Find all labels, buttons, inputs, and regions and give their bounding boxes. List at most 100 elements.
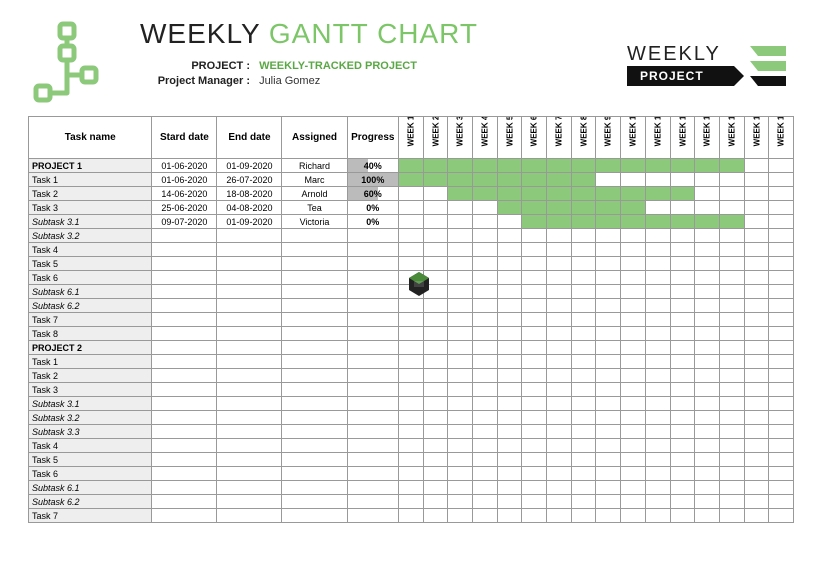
gantt-cell[interactable] bbox=[448, 201, 473, 215]
gantt-cell[interactable] bbox=[473, 327, 498, 341]
gantt-cell[interactable] bbox=[596, 411, 621, 425]
gantt-cell[interactable] bbox=[645, 369, 670, 383]
gantt-cell[interactable] bbox=[448, 453, 473, 467]
gantt-cell[interactable] bbox=[448, 425, 473, 439]
gantt-cell[interactable] bbox=[596, 453, 621, 467]
gantt-cell[interactable] bbox=[547, 271, 572, 285]
end-cell[interactable] bbox=[217, 313, 282, 327]
assigned-cell[interactable] bbox=[282, 299, 347, 313]
gantt-cell[interactable] bbox=[522, 453, 547, 467]
gantt-cell[interactable] bbox=[497, 495, 522, 509]
gantt-cell[interactable] bbox=[522, 383, 547, 397]
gantt-cell[interactable] bbox=[695, 257, 720, 271]
gantt-cell[interactable] bbox=[547, 299, 572, 313]
gantt-cell[interactable] bbox=[596, 187, 621, 201]
start-cell[interactable] bbox=[152, 369, 217, 383]
gantt-cell[interactable] bbox=[621, 257, 646, 271]
gantt-cell[interactable] bbox=[670, 369, 695, 383]
gantt-cell[interactable] bbox=[423, 229, 448, 243]
gantt-cell[interactable] bbox=[473, 229, 498, 243]
gantt-cell[interactable] bbox=[547, 215, 572, 229]
gantt-cell[interactable] bbox=[423, 411, 448, 425]
assigned-cell[interactable] bbox=[282, 509, 347, 523]
gantt-cell[interactable] bbox=[695, 187, 720, 201]
gantt-cell[interactable] bbox=[473, 243, 498, 257]
progress-cell[interactable] bbox=[347, 411, 399, 425]
end-cell[interactable] bbox=[217, 425, 282, 439]
gantt-cell[interactable] bbox=[571, 383, 596, 397]
gantt-cell[interactable] bbox=[399, 327, 424, 341]
task-name-cell[interactable]: Subtask 6.2 bbox=[29, 299, 152, 313]
gantt-cell[interactable] bbox=[522, 411, 547, 425]
gantt-cell[interactable] bbox=[695, 481, 720, 495]
progress-cell[interactable] bbox=[347, 453, 399, 467]
gantt-cell[interactable] bbox=[670, 313, 695, 327]
start-cell[interactable] bbox=[152, 383, 217, 397]
gantt-cell[interactable] bbox=[769, 327, 794, 341]
end-cell[interactable] bbox=[217, 229, 282, 243]
assigned-cell[interactable] bbox=[282, 355, 347, 369]
gantt-cell[interactable] bbox=[423, 201, 448, 215]
progress-cell[interactable] bbox=[347, 481, 399, 495]
start-cell[interactable] bbox=[152, 341, 217, 355]
assigned-cell[interactable] bbox=[282, 411, 347, 425]
gantt-cell[interactable] bbox=[473, 299, 498, 313]
task-name-cell[interactable]: Task 5 bbox=[29, 453, 152, 467]
gantt-cell[interactable] bbox=[571, 271, 596, 285]
gantt-cell[interactable] bbox=[497, 327, 522, 341]
gantt-cell[interactable] bbox=[744, 201, 769, 215]
task-name-cell[interactable]: Task 7 bbox=[29, 313, 152, 327]
end-cell[interactable] bbox=[217, 257, 282, 271]
gantt-cell[interactable] bbox=[769, 285, 794, 299]
gantt-cell[interactable] bbox=[744, 173, 769, 187]
gantt-cell[interactable] bbox=[473, 341, 498, 355]
gantt-cell[interactable] bbox=[719, 509, 744, 523]
gantt-cell[interactable] bbox=[769, 201, 794, 215]
gantt-cell[interactable] bbox=[695, 215, 720, 229]
gantt-cell[interactable] bbox=[621, 327, 646, 341]
gantt-cell[interactable] bbox=[596, 439, 621, 453]
gantt-cell[interactable] bbox=[744, 397, 769, 411]
progress-cell[interactable]: 40% bbox=[347, 159, 399, 173]
assigned-cell[interactable] bbox=[282, 453, 347, 467]
gantt-cell[interactable] bbox=[399, 509, 424, 523]
gantt-cell[interactable] bbox=[645, 383, 670, 397]
gantt-cell[interactable] bbox=[547, 159, 572, 173]
gantt-cell[interactable] bbox=[547, 369, 572, 383]
gantt-cell[interactable] bbox=[448, 397, 473, 411]
progress-cell[interactable] bbox=[347, 383, 399, 397]
gantt-cell[interactable] bbox=[522, 439, 547, 453]
gantt-cell[interactable] bbox=[522, 159, 547, 173]
gantt-cell[interactable] bbox=[522, 495, 547, 509]
gantt-cell[interactable] bbox=[423, 243, 448, 257]
gantt-cell[interactable] bbox=[596, 383, 621, 397]
gantt-cell[interactable] bbox=[645, 355, 670, 369]
gantt-cell[interactable] bbox=[399, 425, 424, 439]
gantt-cell[interactable] bbox=[719, 187, 744, 201]
end-cell[interactable] bbox=[217, 467, 282, 481]
gantt-cell[interactable] bbox=[670, 201, 695, 215]
gantt-cell[interactable] bbox=[571, 187, 596, 201]
start-cell[interactable] bbox=[152, 243, 217, 257]
gantt-cell[interactable] bbox=[744, 509, 769, 523]
gantt-cell[interactable] bbox=[695, 355, 720, 369]
gantt-cell[interactable] bbox=[547, 495, 572, 509]
progress-cell[interactable] bbox=[347, 257, 399, 271]
gantt-cell[interactable] bbox=[399, 215, 424, 229]
gantt-cell[interactable] bbox=[473, 509, 498, 523]
task-name-cell[interactable]: Subtask 6.1 bbox=[29, 481, 152, 495]
gantt-cell[interactable] bbox=[497, 411, 522, 425]
gantt-cell[interactable] bbox=[522, 285, 547, 299]
gantt-cell[interactable] bbox=[596, 243, 621, 257]
assigned-cell[interactable] bbox=[282, 341, 347, 355]
progress-cell[interactable] bbox=[347, 369, 399, 383]
gantt-cell[interactable] bbox=[522, 243, 547, 257]
gantt-cell[interactable] bbox=[399, 383, 424, 397]
gantt-cell[interactable] bbox=[621, 453, 646, 467]
gantt-cell[interactable] bbox=[645, 425, 670, 439]
gantt-cell[interactable] bbox=[744, 257, 769, 271]
gantt-cell[interactable] bbox=[423, 509, 448, 523]
gantt-cell[interactable] bbox=[547, 285, 572, 299]
gantt-cell[interactable] bbox=[547, 481, 572, 495]
gantt-cell[interactable] bbox=[423, 299, 448, 313]
